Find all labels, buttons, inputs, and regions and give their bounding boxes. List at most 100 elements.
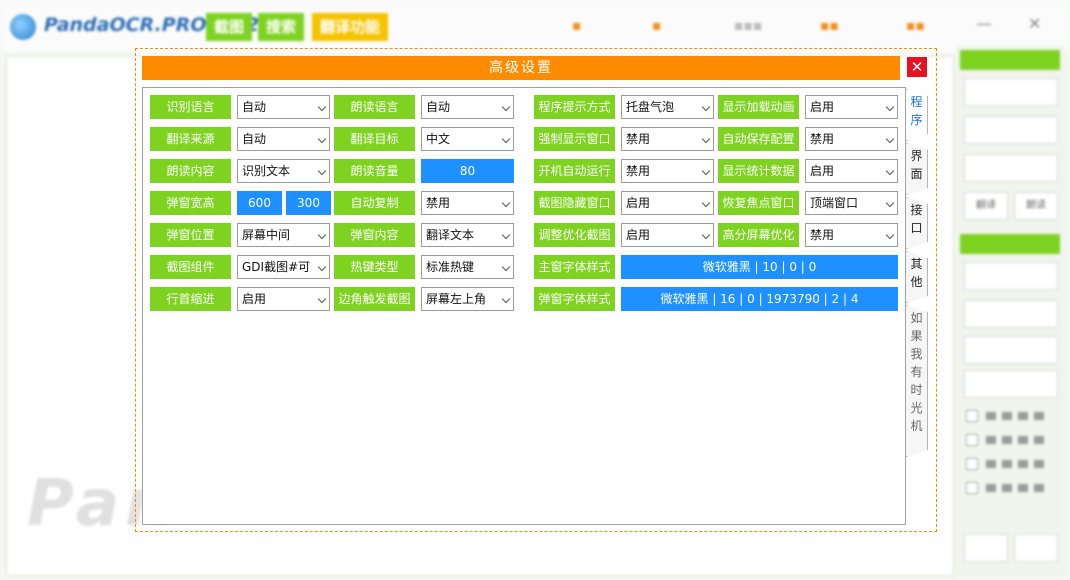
chevron-down-icon <box>701 198 711 208</box>
stat-placeholder: ▪ <box>572 18 582 34</box>
chevron-down-icon <box>885 134 895 144</box>
select-value: 顶端窗口 <box>810 196 859 210</box>
option-checkbox[interactable] <box>966 458 978 470</box>
chevron-down-icon <box>701 102 711 112</box>
right-panel-button[interactable] <box>964 78 1058 106</box>
right-panel-button[interactable] <box>964 336 1058 364</box>
popup-position-select[interactable]: 屏幕中间 <box>237 223 330 247</box>
optimize-capture-select[interactable]: 启用 <box>621 223 714 247</box>
chevron-down-icon <box>701 230 711 240</box>
tab-interface[interactable]: 界面 <box>906 143 928 195</box>
loading-animation-select[interactable]: 启用 <box>805 95 898 119</box>
chevron-down-icon <box>501 102 511 112</box>
label-popup-position: 弹窗位置 <box>150 223 231 247</box>
tab-api[interactable]: 接口 <box>906 197 928 249</box>
tab-program[interactable]: 程序 <box>906 89 928 141</box>
hide-on-capture-select[interactable]: 启用 <box>621 191 714 215</box>
select-value: 屏幕左上角 <box>426 292 487 306</box>
option-checkbox[interactable] <box>966 434 978 446</box>
stat-placeholder: ▪▪ <box>820 18 839 34</box>
right-panel-button[interactable] <box>1014 534 1058 562</box>
read-content-select[interactable]: 识别文本 <box>237 159 330 183</box>
chevron-down-icon <box>701 134 711 144</box>
dialog-title: 高级设置 <box>142 56 900 80</box>
hidpi-optimize-select[interactable]: 禁用 <box>805 223 898 247</box>
select-value: 禁用 <box>626 132 651 146</box>
panda-logo-icon <box>10 14 36 40</box>
tag-translate[interactable]: 翻译功能 <box>312 13 389 41</box>
autostart-select[interactable]: 禁用 <box>621 159 714 183</box>
main-font-button[interactable]: 微软雅黑 | 10 | 0 | 0 <box>621 255 898 279</box>
select-value: 启用 <box>242 292 267 306</box>
right-panel-header <box>960 234 1060 254</box>
chevron-down-icon <box>885 198 895 208</box>
label-optimize-capture: 调整优化截图 <box>534 223 615 247</box>
translate-button[interactable]: 翻译 <box>964 192 1008 220</box>
translate-target-select[interactable]: 中文 <box>421 127 514 151</box>
right-panel-button[interactable] <box>964 262 1058 290</box>
chevron-down-icon <box>501 198 511 208</box>
popup-width-input[interactable]: 600 <box>237 191 282 215</box>
select-value: 启用 <box>626 228 651 242</box>
right-panel-button[interactable] <box>964 116 1058 144</box>
minimize-icon[interactable]: — <box>976 14 992 33</box>
chevron-down-icon <box>501 294 511 304</box>
tab-other[interactable]: 其他 <box>906 251 928 303</box>
capture-component-select[interactable]: GDI截图#可选 <box>237 255 330 279</box>
tag-screenshot[interactable]: 截图 <box>206 13 253 41</box>
popup-height-input[interactable]: 300 <box>286 191 331 215</box>
tab-label: 界面 <box>910 149 923 181</box>
translate-source-select[interactable]: 自动 <box>237 127 330 151</box>
label-corner-trigger: 边角触发截图 <box>334 287 415 311</box>
label-hotkey-type: 热键类型 <box>334 255 415 279</box>
force-show-window-select[interactable]: 禁用 <box>621 127 714 151</box>
select-value: GDI截图#可选 <box>242 260 311 274</box>
close-window-icon[interactable]: ✕ <box>1028 14 1041 33</box>
tag-search[interactable]: 搜索 <box>258 13 305 41</box>
select-value: 启用 <box>810 164 835 178</box>
corner-trigger-select[interactable]: 屏幕左上角 <box>421 287 514 311</box>
label-ocr-language: 识别语言 <box>150 95 231 119</box>
option-checkbox[interactable] <box>966 410 978 422</box>
stat-placeholder: ▪▪ <box>906 18 925 34</box>
select-value: 屏幕中间 <box>242 228 291 242</box>
show-stats-select[interactable]: 启用 <box>805 159 898 183</box>
right-panel-button[interactable] <box>964 154 1058 182</box>
label-hide-on-capture: 截图隐藏窗口 <box>534 191 615 215</box>
label-loading-animation: 显示加载动画 <box>718 95 799 119</box>
popup-font-button[interactable]: 微软雅黑 | 16 | 0 | 1973790 | 2 | 4 <box>621 287 898 311</box>
line-indent-select[interactable]: 启用 <box>237 287 330 311</box>
right-panel-button[interactable] <box>964 370 1058 398</box>
restore-focus-select[interactable]: 顶端窗口 <box>805 191 898 215</box>
close-icon[interactable]: ✕ <box>906 56 928 78</box>
chevron-down-icon <box>885 230 895 240</box>
label-capture-component: 截图组件 <box>150 255 231 279</box>
read-language-select[interactable]: 自动 <box>421 95 514 119</box>
notify-mode-select[interactable]: 托盘气泡 <box>621 95 714 119</box>
option-label <box>986 484 1046 492</box>
select-value: 自动 <box>242 132 267 146</box>
right-panel-button[interactable] <box>964 534 1008 562</box>
option-checkbox[interactable] <box>966 482 978 494</box>
right-panel-button[interactable] <box>964 300 1058 328</box>
label-line-indent: 行首缩进 <box>150 287 231 311</box>
label-popup-font: 弹窗字体样式 <box>534 287 615 311</box>
auto-copy-select[interactable]: 禁用 <box>421 191 514 215</box>
read-volume-input[interactable]: 80 <box>421 159 514 183</box>
label-hidpi-optimize: 高分屏幕优化 <box>718 223 799 247</box>
label-auto-copy: 自动复制 <box>334 191 415 215</box>
auto-save-config-select[interactable]: 禁用 <box>805 127 898 151</box>
read-aloud-button[interactable]: 朗读 <box>1014 192 1058 220</box>
label-read-content: 朗读内容 <box>150 159 231 183</box>
popup-content-select[interactable]: 翻译文本 <box>421 223 514 247</box>
chevron-down-icon <box>885 102 895 112</box>
tab-label: 程序 <box>910 95 923 127</box>
hotkey-type-select[interactable]: 标准热键 <box>421 255 514 279</box>
chevron-down-icon <box>317 166 327 176</box>
tab-time-machine[interactable]: 如果我有时光机 <box>906 305 928 457</box>
label-main-font: 主窗字体样式 <box>534 255 615 279</box>
label-auto-save-config: 自动保存配置 <box>718 127 799 151</box>
label-show-stats: 显示统计数据 <box>718 159 799 183</box>
main-right-panel: 翻译 朗读 <box>956 46 1064 576</box>
ocr-language-select[interactable]: 自动 <box>237 95 330 119</box>
